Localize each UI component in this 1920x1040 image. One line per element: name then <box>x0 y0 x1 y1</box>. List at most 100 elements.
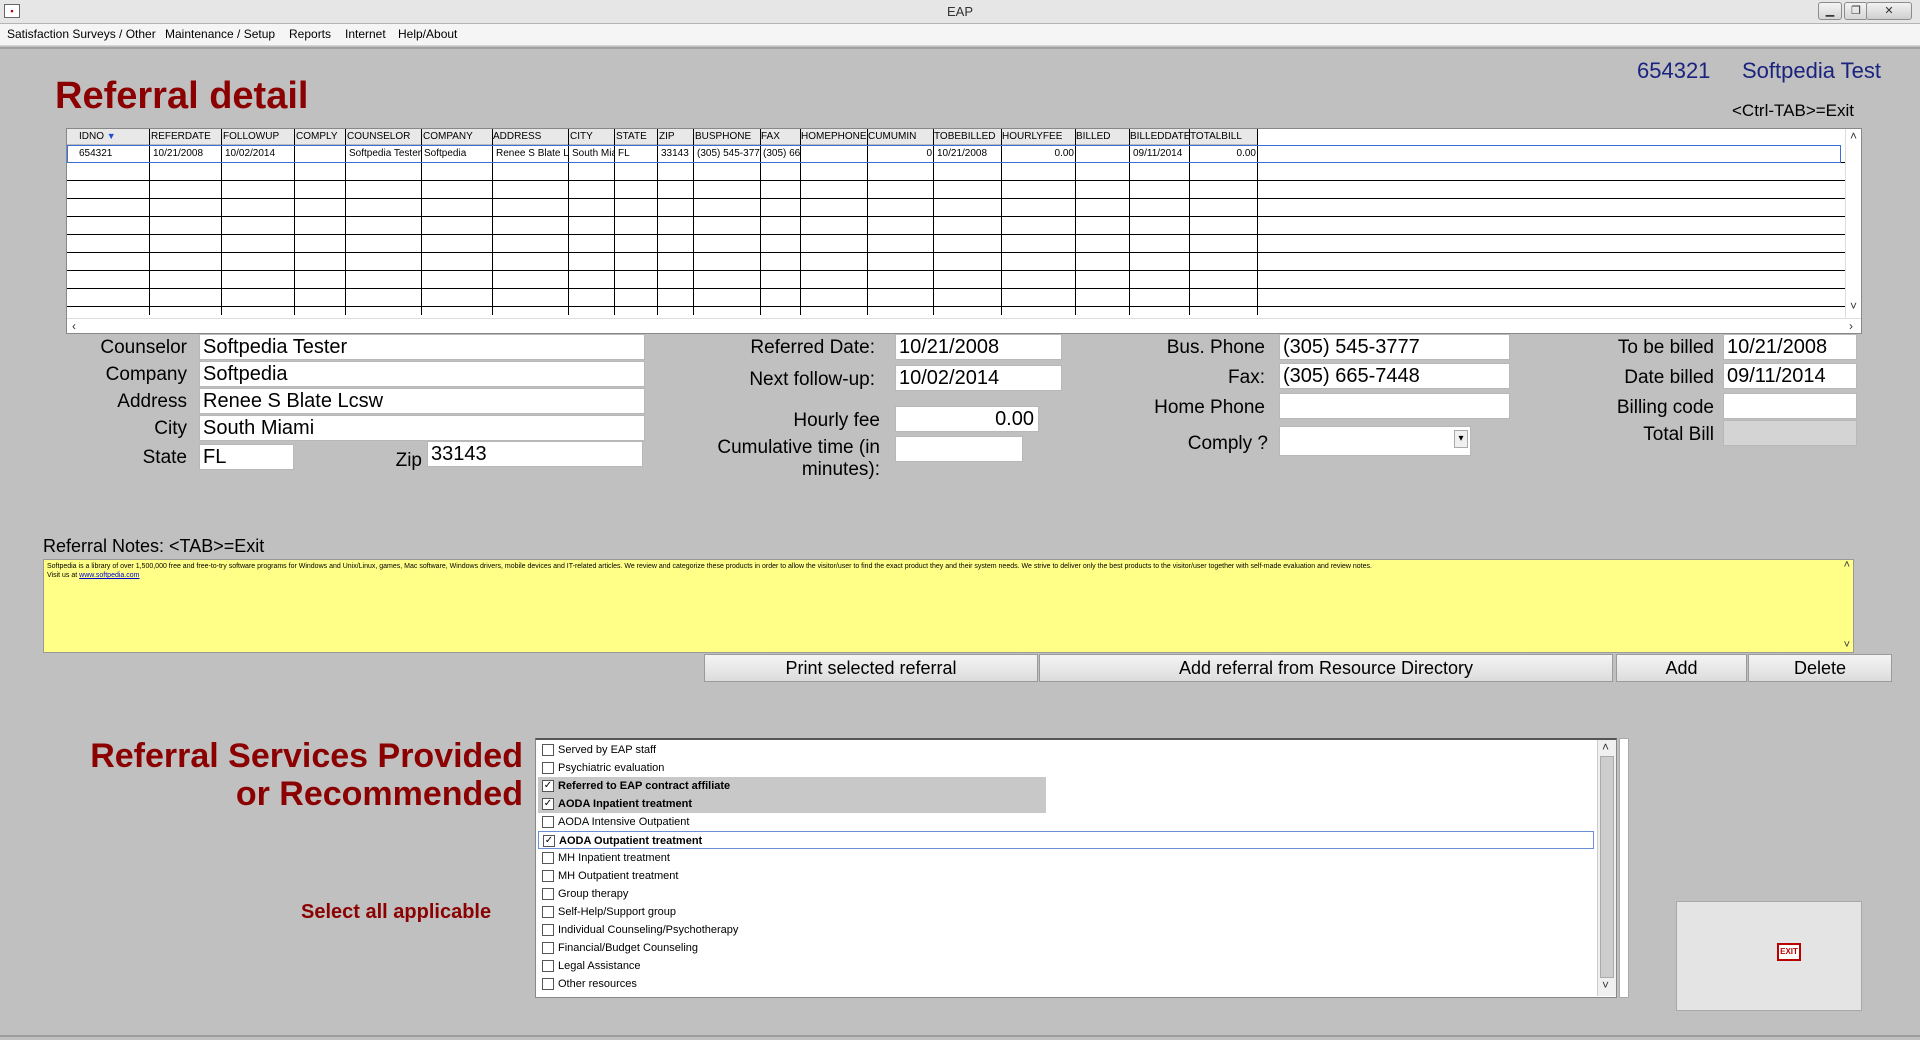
counselor-field[interactable]: Softpedia Tester <box>199 334 645 360</box>
col-homephone[interactable]: HOMEPHONE <box>801 131 868 142</box>
checkbox[interactable] <box>542 870 554 882</box>
notes-line-2: Visit us at www.softpedia.com <box>47 571 1850 580</box>
col-company[interactable]: COMPANY <box>423 131 493 142</box>
next-followup-field[interactable]: 10/02/2014 <box>895 365 1062 391</box>
scroll-down-icon[interactable]: ˅ <box>1850 299 1857 313</box>
restore-button[interactable]: ❐ <box>1844 2 1868 20</box>
service-aoda-outpatient[interactable]: ✓ AODA Outpatient treatment <box>538 831 1594 849</box>
service-psychiatric-evaluation[interactable]: Psychiatric evaluation <box>538 759 1598 777</box>
checkbox[interactable] <box>542 744 554 756</box>
service-mh-outpatient[interactable]: MH Outpatient treatment <box>538 867 1598 885</box>
print-referral-button[interactable]: Print selected referral <box>704 654 1038 682</box>
home-phone-field[interactable] <box>1279 393 1510 419</box>
grid-horizontal-scrollbar[interactable]: ‹ › <box>67 318 1861 333</box>
checkbox[interactable] <box>542 960 554 972</box>
menu-satisfaction-surveys[interactable]: Satisfaction Surveys / Other <box>7 27 156 41</box>
services-checklist[interactable]: Served by EAP staff Psychiatric evaluati… <box>535 738 1617 998</box>
delete-button[interactable]: Delete <box>1748 654 1892 682</box>
col-counselor[interactable]: COUNSELOR <box>347 131 422 142</box>
minimize-button[interactable]: ▁ <box>1818 2 1842 20</box>
col-referdate[interactable]: REFERDATE <box>151 131 221 142</box>
col-idno[interactable]: IDNO ▼ <box>79 131 135 142</box>
service-aoda-inpatient[interactable]: ✓ AODA Inpatient treatment <box>538 795 1046 813</box>
to-be-billed-field[interactable]: 10/21/2008 <box>1723 334 1857 360</box>
company-field[interactable]: Softpedia <box>199 361 645 387</box>
col-billed[interactable]: BILLED <box>1076 131 1129 142</box>
chevron-down-icon[interactable]: ▾ <box>1454 430 1468 448</box>
menu-maintenance-setup[interactable]: Maintenance / Setup <box>165 27 275 41</box>
scroll-down-icon[interactable]: ˅ <box>1844 640 1850 651</box>
company-label: Company <box>105 364 187 385</box>
service-referred-to-affiliate[interactable]: ✓ Referred to EAP contract affiliate <box>538 777 1046 795</box>
cell-state: FL <box>618 148 630 159</box>
checkbox[interactable] <box>542 816 554 828</box>
state-field[interactable]: FL <box>199 444 294 470</box>
service-group-therapy[interactable]: Group therapy <box>538 885 1598 903</box>
zip-field[interactable]: 33143 <box>427 441 643 467</box>
menu-internet[interactable]: Internet <box>345 27 386 41</box>
billing-code-field[interactable] <box>1723 393 1857 419</box>
services-scrollbar[interactable]: ˄ ˅ <box>1597 740 1616 996</box>
scroll-right-icon[interactable]: › <box>1849 319 1853 333</box>
col-comply[interactable]: COMPLY <box>296 131 346 142</box>
checkbox[interactable] <box>542 762 554 774</box>
cumulative-time-field[interactable] <box>895 436 1023 462</box>
checkbox[interactable] <box>542 852 554 864</box>
referred-date-field[interactable]: 10/21/2008 <box>895 334 1062 360</box>
checkbox[interactable] <box>542 906 554 918</box>
scrollbar-thumb[interactable] <box>1600 756 1614 978</box>
col-hourlyfee[interactable]: HOURLYFEE <box>1002 131 1075 142</box>
hourly-fee-field[interactable]: 0.00 <box>895 406 1039 432</box>
scroll-up-icon[interactable]: ˄ <box>1844 560 1850 571</box>
col-tobebilled[interactable]: TOBEBILLED <box>934 131 1001 142</box>
col-address[interactable]: ADDRESS <box>493 131 569 142</box>
col-zip[interactable]: ZIP <box>659 131 694 142</box>
add-from-directory-button[interactable]: Add referral from Resource Directory <box>1039 654 1613 682</box>
exit-button[interactable]: EXIT <box>1676 901 1862 1011</box>
col-cumumin[interactable]: CUMUMIN <box>868 131 932 142</box>
address-field[interactable]: Renee S Blate Lcsw <box>199 388 645 414</box>
add-button[interactable]: Add <box>1616 654 1747 682</box>
service-aoda-intensive-outpatient[interactable]: AODA Intensive Outpatient <box>538 813 1598 831</box>
table-row[interactable]: 654321 10/21/2008 10/02/2014 Softpedia T… <box>67 145 1841 163</box>
service-self-help[interactable]: Self-Help/Support group <box>538 903 1598 921</box>
exit-sign-icon: EXIT <box>1777 943 1801 961</box>
date-billed-field[interactable]: 09/11/2014 <box>1723 363 1857 389</box>
referral-grid[interactable]: IDNO ▼ REFERDATE FOLLOWUP COMPLY COUNSEL… <box>66 128 1862 334</box>
col-busphone[interactable]: BUSPHONE <box>695 131 761 142</box>
checkbox[interactable] <box>542 942 554 954</box>
service-other-resources[interactable]: Other resources <box>538 975 1598 993</box>
comply-select[interactable]: ▾ <box>1279 426 1471 456</box>
col-city[interactable]: CITY <box>570 131 615 142</box>
checkbox-checked[interactable]: ✓ <box>542 798 554 810</box>
scroll-down-icon[interactable]: ˅ <box>1602 978 1609 992</box>
fax-field[interactable]: (305) 665-7448 <box>1279 363 1510 389</box>
service-financial-counseling[interactable]: Financial/Budget Counseling <box>538 939 1598 957</box>
service-legal-assistance[interactable]: Legal Assistance <box>538 957 1598 975</box>
menu-help-about[interactable]: Help/About <box>398 27 457 41</box>
service-individual-counseling[interactable]: Individual Counseling/Psychotherapy <box>538 921 1598 939</box>
checkbox[interactable] <box>542 888 554 900</box>
col-fax[interactable]: FAX <box>761 131 801 142</box>
service-mh-inpatient[interactable]: MH Inpatient treatment <box>538 849 1598 867</box>
cell-fax: (305) 665-7448 <box>763 148 800 159</box>
checkbox[interactable] <box>542 924 554 936</box>
softpedia-link[interactable]: www.softpedia.com <box>79 572 139 579</box>
bus-phone-field[interactable]: (305) 545-3777 <box>1279 334 1510 360</box>
col-billeddate[interactable]: BILLEDDATE <box>1130 131 1190 142</box>
service-served-by-eap[interactable]: Served by EAP staff <box>538 741 1598 759</box>
checkbox-checked[interactable]: ✓ <box>542 780 554 792</box>
checkbox-checked[interactable]: ✓ <box>543 835 555 847</box>
scroll-up-icon[interactable]: ˄ <box>1602 740 1609 754</box>
col-state[interactable]: STATE <box>616 131 658 142</box>
scroll-up-icon[interactable]: ˄ <box>1850 129 1857 143</box>
scroll-left-icon[interactable]: ‹ <box>72 319 76 333</box>
grid-vertical-scrollbar[interactable]: ˄ ˅ <box>1845 129 1861 319</box>
close-button[interactable]: ✕ <box>1866 2 1912 20</box>
col-followup[interactable]: FOLLOWUP <box>223 131 295 142</box>
referral-notes-textarea[interactable]: Softpedia is a library of over 1,500,000… <box>43 559 1854 653</box>
col-totalbill[interactable]: TOTALBILL <box>1190 131 1250 142</box>
menu-reports[interactable]: Reports <box>289 27 331 41</box>
checkbox[interactable] <box>542 978 554 990</box>
city-field[interactable]: South Miami <box>199 415 645 441</box>
